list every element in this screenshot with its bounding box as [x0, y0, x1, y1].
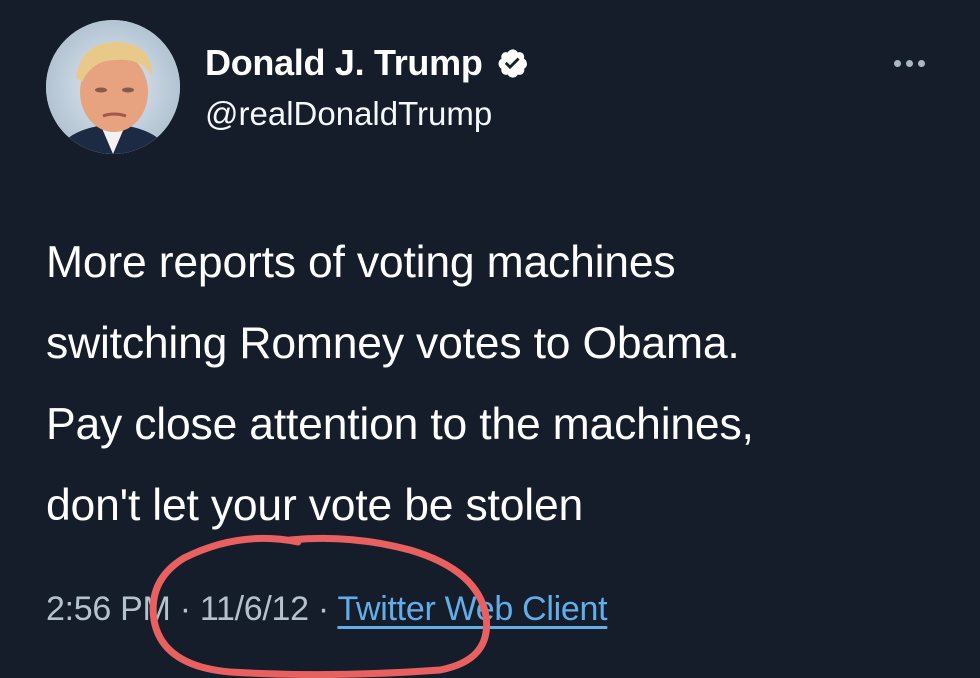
author-display-name-row[interactable]: Donald J. Trump	[205, 42, 529, 84]
tweet-client-link[interactable]: Twitter Web Client	[337, 590, 607, 628]
author-display-name[interactable]: Donald J. Trump	[205, 42, 483, 84]
meta-separator: ·	[317, 590, 329, 628]
author-handle[interactable]: @realDonaldTrump	[205, 95, 492, 133]
more-options-icon[interactable]	[884, 48, 934, 78]
tweet-date[interactable]: 11/6/12	[200, 590, 309, 628]
meta-separator: ·	[179, 590, 191, 628]
tweet-metadata: 2:56 PM · 11/6/12 · Twitter Web Client	[46, 590, 608, 629]
tweet-text: More reports of voting machines switchin…	[46, 238, 754, 530]
profile-photo-icon	[46, 20, 180, 154]
verified-badge-icon	[495, 46, 529, 80]
tweet-card: Donald J. Trump @realDonaldTrump More re…	[0, 0, 980, 678]
avatar[interactable]	[46, 20, 180, 154]
tweet-time[interactable]: 2:56 PM	[46, 590, 171, 628]
